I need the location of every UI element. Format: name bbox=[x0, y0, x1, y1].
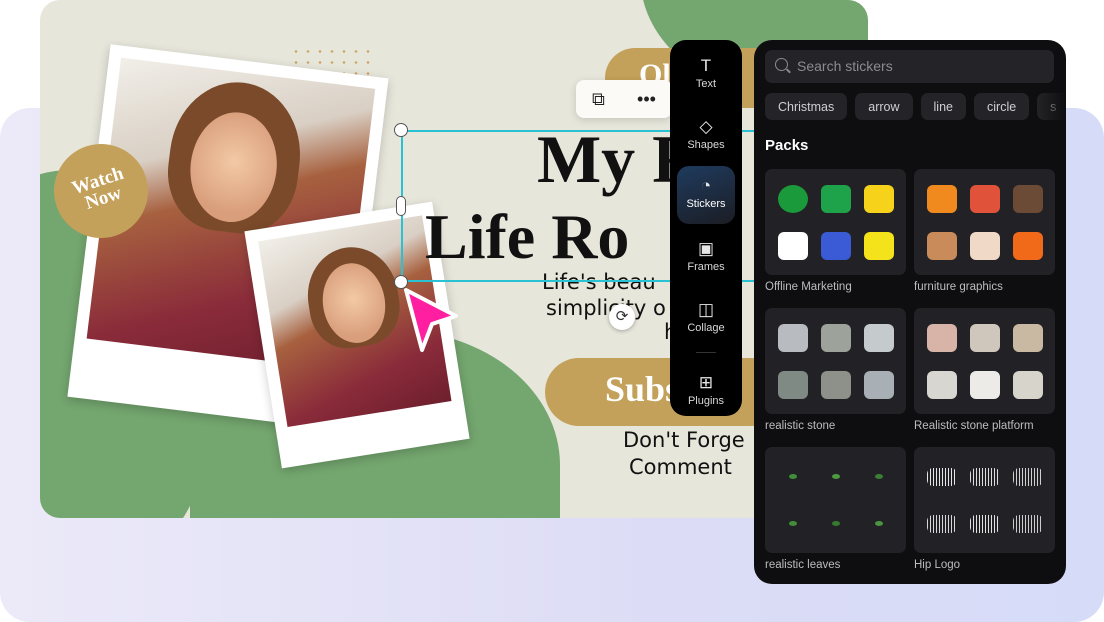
sticker-preview bbox=[831, 474, 840, 479]
sticker-icon: ◔ bbox=[700, 176, 712, 195]
text-icon: T bbox=[700, 56, 712, 75]
pack-label: Hip Logo bbox=[914, 559, 961, 571]
sticker-preview bbox=[874, 474, 883, 479]
pack-thumbnail[interactable] bbox=[765, 447, 906, 553]
sticker-pack[interactable]: realistic stone bbox=[765, 308, 906, 432]
pack-label: Offline Marketing bbox=[765, 281, 852, 293]
rotate-handle[interactable]: ⟳ bbox=[609, 304, 635, 330]
pack-thumbnail[interactable] bbox=[765, 169, 906, 275]
sticker-preview bbox=[926, 231, 957, 260]
sticker-pack[interactable]: Offline Marketing bbox=[765, 169, 906, 293]
chip-arrow[interactable]: arrow bbox=[855, 93, 913, 120]
tool-plugins[interactable]: ⊞ Plugins bbox=[677, 363, 735, 421]
left-toolbar: T Text ◇ Shapes ◔ Stickers ▣ Frames ◫ Collage… bbox=[670, 40, 742, 416]
collage-icon: ◫ bbox=[697, 300, 715, 319]
sticker-preview bbox=[1012, 370, 1043, 399]
footer-line-2: Comment bbox=[629, 455, 732, 479]
sticker-preview bbox=[969, 323, 1000, 352]
sticker-preview bbox=[1012, 231, 1043, 260]
sticker-preview bbox=[863, 323, 894, 352]
sticker-pack[interactable]: Realistic stone platform bbox=[914, 308, 1055, 432]
tool-stickers[interactable]: ◔ Stickers bbox=[677, 166, 735, 224]
resize-handle-left[interactable] bbox=[396, 196, 406, 216]
pack-label: realistic leaves bbox=[765, 559, 841, 571]
sticker-preview bbox=[863, 184, 894, 213]
sticker-preview bbox=[820, 370, 851, 399]
chip-circle[interactable]: circle bbox=[974, 93, 1030, 120]
pack-thumbnail[interactable] bbox=[914, 169, 1055, 275]
chips-fade bbox=[1036, 93, 1066, 121]
plugins-icon: ⊞ bbox=[698, 373, 714, 392]
sticker-preview bbox=[777, 184, 808, 213]
element-mini-toolbar: ⧉ ••• bbox=[576, 80, 672, 118]
sticker-preview bbox=[777, 323, 808, 352]
sticker-preview bbox=[863, 370, 894, 399]
pack-label: furniture graphics bbox=[914, 281, 1003, 293]
tool-frames[interactable]: ▣ Frames bbox=[677, 229, 735, 287]
tool-text[interactable]: T Text bbox=[677, 46, 735, 104]
more-icon[interactable]: ••• bbox=[637, 89, 656, 110]
sticker-preview bbox=[788, 521, 797, 526]
subtitle-line-2: simplicity o bbox=[546, 296, 666, 320]
sticker-preview bbox=[969, 467, 1000, 486]
sticker-pack[interactable]: furniture graphics bbox=[914, 169, 1055, 293]
sticker-pack[interactable]: realistic leaves bbox=[765, 447, 906, 571]
subscribe-button[interactable]: Subs bbox=[545, 358, 785, 426]
sticker-preview bbox=[777, 370, 808, 399]
search-icon bbox=[775, 58, 788, 71]
search-stickers-input[interactable]: Search stickers bbox=[765, 50, 1054, 83]
tool-shapes[interactable]: ◇ Shapes bbox=[677, 107, 735, 165]
footer-line-1: Don't Forge bbox=[623, 428, 745, 452]
sticker-preview bbox=[1012, 184, 1043, 213]
sticker-preview bbox=[788, 474, 797, 479]
sticker-preview bbox=[926, 184, 957, 213]
sticker-preview bbox=[969, 231, 1000, 260]
resize-handle-top-left[interactable] bbox=[394, 123, 408, 137]
chip-line[interactable]: line bbox=[920, 93, 966, 120]
frame-icon: ▣ bbox=[697, 239, 715, 258]
sticker-preview bbox=[1012, 514, 1043, 533]
duplicate-icon[interactable]: ⧉ bbox=[592, 89, 605, 110]
sticker-preview bbox=[926, 370, 957, 399]
sticker-preview bbox=[1012, 323, 1043, 352]
rotate-icon: ⟳ bbox=[615, 308, 629, 325]
sticker-preview bbox=[820, 231, 851, 260]
pack-label: Realistic stone platform bbox=[914, 420, 1034, 432]
pack-thumbnail[interactable] bbox=[914, 308, 1055, 414]
sticker-preview bbox=[1012, 467, 1043, 486]
tool-collage[interactable]: ◫ Collage bbox=[677, 290, 735, 348]
sticker-pack[interactable]: Hip Logo bbox=[914, 447, 1055, 571]
sticker-preview bbox=[926, 467, 957, 486]
shapes-icon: ◇ bbox=[699, 117, 713, 136]
pack-thumbnail[interactable] bbox=[914, 447, 1055, 553]
chip-christmas[interactable]: Christmas bbox=[765, 93, 848, 120]
sticker-preview bbox=[969, 184, 1000, 213]
pack-thumbnail[interactable] bbox=[765, 308, 906, 414]
cursor-pointer-icon bbox=[404, 288, 458, 352]
toolbar-divider bbox=[696, 352, 716, 353]
sticker-preview bbox=[874, 521, 883, 526]
pack-label: realistic stone bbox=[765, 420, 836, 432]
sticker-preview bbox=[820, 184, 851, 213]
sticker-preview bbox=[820, 323, 851, 352]
tag-chips: Christmas arrow line circle s bbox=[765, 93, 1066, 120]
sticker-preview bbox=[926, 323, 957, 352]
packs-heading: Packs bbox=[765, 137, 809, 154]
sticker-preview bbox=[969, 514, 1000, 533]
sticker-preview bbox=[777, 231, 808, 260]
sticker-preview bbox=[969, 370, 1000, 399]
sticker-preview bbox=[926, 514, 957, 533]
sticker-preview bbox=[831, 521, 840, 526]
stickers-panel: Search stickers Christmas arrow line cir… bbox=[754, 40, 1066, 584]
sticker-preview bbox=[863, 231, 894, 260]
